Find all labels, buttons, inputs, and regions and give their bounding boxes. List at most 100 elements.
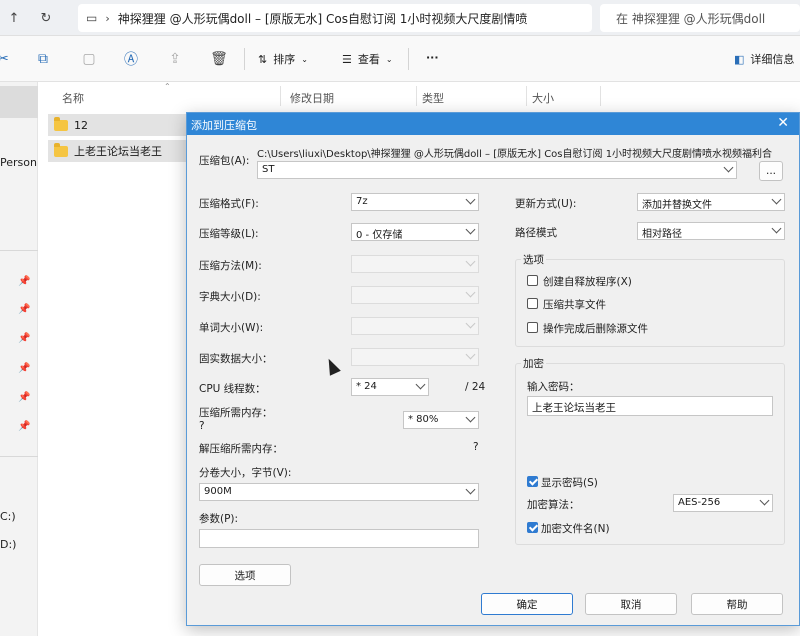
delete-after-checkbox[interactable] (527, 322, 538, 333)
sort-caret-icon: ⌃ (164, 82, 171, 91)
update-select[interactable]: 添加并替换文件 (637, 193, 785, 211)
level-select[interactable]: 0 - 仅存储 (351, 223, 479, 241)
params-label: 参数(P): (199, 513, 239, 525)
nav-divider (0, 250, 38, 251)
column-divider[interactable] (526, 86, 527, 106)
password-input[interactable]: 上老王论坛当老王 (527, 396, 773, 416)
column-header-date[interactable]: 修改日期 (290, 90, 334, 106)
nav-item-person[interactable]: Person (0, 156, 37, 169)
show-password-checkbox[interactable] (527, 476, 538, 487)
dict-label: 字典大小(D): (199, 291, 261, 303)
level-label: 压缩等级(L): (199, 228, 259, 240)
nav-selected-item[interactable] (0, 86, 38, 118)
params-input[interactable] (199, 529, 479, 548)
nav-item-drive-c[interactable]: C:) (0, 510, 16, 523)
browse-button[interactable]: ... (759, 161, 783, 181)
details-pane-icon: ◧ (734, 52, 745, 66)
column-divider[interactable] (416, 86, 417, 106)
chevron-down-icon (771, 223, 782, 234)
options-button[interactable]: 选项 (199, 564, 291, 586)
search-input[interactable]: 在 神探狸狸 @人形玩偶doll (600, 4, 800, 32)
pin-icon: 📌 (18, 363, 31, 374)
cpu-label: CPU 线程数： (199, 383, 266, 395)
solid-select[interactable] (351, 348, 479, 366)
path-mode-value: 相对路径 (642, 229, 682, 240)
help-button[interactable]: 帮助 (691, 593, 783, 615)
monitor-icon: ▭ (86, 11, 98, 25)
paste-icon[interactable]: ▢ (80, 50, 98, 68)
encrypt-names-checkbox[interactable] (527, 522, 538, 533)
address-text: 神探狸狸 @人形玩偶doll – [原版无水] Cos自慰订阅 1小时视频大尺度… (117, 11, 528, 26)
column-header-size[interactable]: 大小 (532, 90, 554, 106)
add-to-archive-dialog: 添加到压缩包 ✕ 压缩包(A): C:\Users\liuxi\Desktop\… (186, 112, 800, 626)
up-icon[interactable]: ↑ (4, 8, 24, 28)
explorer-toolbar: ✂ ⧉ ▢ Ⓐ ⇪ 🗑 ⇅ 排序 ⌄ ☰ 查看 ⌄ ··· ◧ 详细信息 (0, 36, 800, 82)
encryption-group-title: 加密 (521, 356, 546, 371)
enc-method-select[interactable]: AES-256 (673, 494, 773, 512)
pin-icon: 📌 (18, 304, 31, 315)
file-row[interactable]: 12 (48, 114, 188, 136)
unmem-label: 解压缩所需内存： (199, 443, 283, 455)
address-bar[interactable]: ▭ › 神探狸狸 @人形玩偶doll – [原版无水] Cos自慰订阅 1小时视… (78, 4, 592, 32)
password-label: 输入密码： (527, 381, 580, 393)
details-button[interactable]: ◧ 详细信息 (734, 51, 794, 67)
cut-icon[interactable]: ✂ (0, 50, 12, 68)
rename-icon[interactable]: Ⓐ (122, 50, 140, 68)
file-name: 12 (74, 118, 88, 132)
chevron-down-icon (465, 287, 476, 298)
sfx-label: 创建自释放程序(X) (543, 276, 632, 288)
column-divider[interactable] (600, 86, 601, 106)
path-mode-select[interactable]: 相对路径 (637, 222, 785, 240)
more-button[interactable]: ··· (426, 51, 439, 64)
cpu-value: * 24 (356, 381, 377, 392)
dict-select[interactable] (351, 286, 479, 304)
options-group-title: 选项 (521, 252, 546, 267)
explorer-titlebar: ↑ ↻ ▭ › 神探狸狸 @人形玩偶doll – [原版无水] Cos自慰订阅 … (0, 0, 800, 36)
split-value: 900M (204, 486, 232, 497)
column-header-name[interactable]: 名称 (62, 90, 84, 106)
view-button[interactable]: ☰ 查看 ⌄ (342, 51, 393, 67)
format-label: 压缩格式(F): (199, 198, 259, 210)
sfx-checkbox[interactable] (527, 275, 538, 286)
file-row[interactable]: 上老王论坛当老王 (48, 140, 188, 162)
pin-icon: 📌 (18, 421, 31, 432)
format-select[interactable]: 7z (351, 193, 479, 211)
cpu-select[interactable]: * 24 (351, 378, 429, 396)
archive-name-combo[interactable]: ST (257, 161, 737, 179)
chevron-down-icon (465, 256, 476, 267)
update-value: 添加并替换文件 (642, 200, 712, 211)
delete-icon[interactable]: 🗑 (210, 50, 228, 68)
nav-item-drive-d[interactable]: D:) (0, 538, 16, 551)
file-name: 上老王论坛当老王 (74, 145, 162, 158)
cancel-button[interactable]: 取消 (585, 593, 677, 615)
show-password-label: 显示密码(S) (541, 477, 598, 489)
level-value: 0 - 仅存储 (356, 230, 403, 241)
method-select[interactable] (351, 255, 479, 273)
mem-label: 压缩所需内存： (199, 407, 273, 419)
column-header-type[interactable]: 类型 (422, 90, 444, 106)
unmem-value: ? (473, 441, 479, 453)
share-icon[interactable]: ⇪ (166, 50, 184, 68)
chevron-down-icon (723, 162, 734, 173)
dialog-titlebar: 添加到压缩包 ✕ (187, 113, 799, 135)
chevron-down-icon (465, 349, 476, 360)
mem-select[interactable]: * 80% (403, 411, 479, 429)
shared-checkbox[interactable] (527, 298, 538, 309)
word-select[interactable] (351, 317, 479, 335)
sort-button[interactable]: ⇅ 排序 ⌄ (258, 51, 308, 67)
split-select[interactable]: 900M (199, 483, 479, 501)
column-divider[interactable] (280, 86, 281, 106)
close-icon[interactable]: ✕ (777, 115, 789, 131)
archive-label: 压缩包(A): (199, 155, 250, 167)
chevron-down-icon (465, 412, 476, 423)
chevron-down-icon (465, 484, 476, 495)
navigation-pane: Person 📌 📌 📌 📌 📌 📌 C:) D:) (0, 82, 38, 636)
cpu-total: / 24 (465, 381, 486, 393)
ok-button[interactable]: 确定 (481, 593, 573, 615)
copy-icon[interactable]: ⧉ (34, 50, 52, 68)
chevron-down-icon (415, 379, 426, 390)
refresh-icon[interactable]: ↻ (36, 8, 56, 28)
toolbar-divider (408, 48, 409, 70)
chevron-down-icon (759, 495, 770, 506)
chevron-down-icon (771, 194, 782, 205)
